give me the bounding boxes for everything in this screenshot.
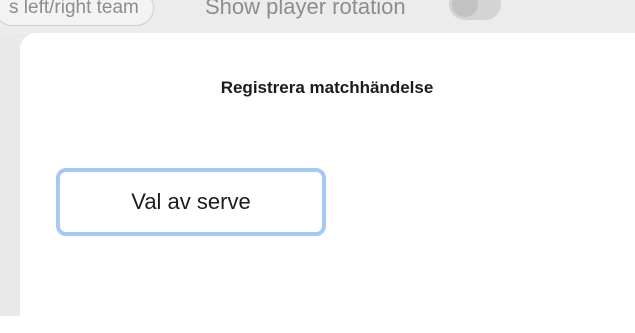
serve-choice-button[interactable]: Val av serve [56, 168, 326, 236]
switch-team-side-button[interactable]: s left/right team [0, 0, 154, 26]
show-rotation-toggle[interactable] [449, 0, 501, 20]
show-rotation-label: Show player rotation [205, 0, 406, 19]
register-event-sheet: Registrera matchhändelse Val av serve [20, 33, 635, 333]
sheet-title: Registrera matchhändelse [220, 78, 434, 97]
background-settings-row: s left/right team Show player rotation [0, 0, 635, 34]
